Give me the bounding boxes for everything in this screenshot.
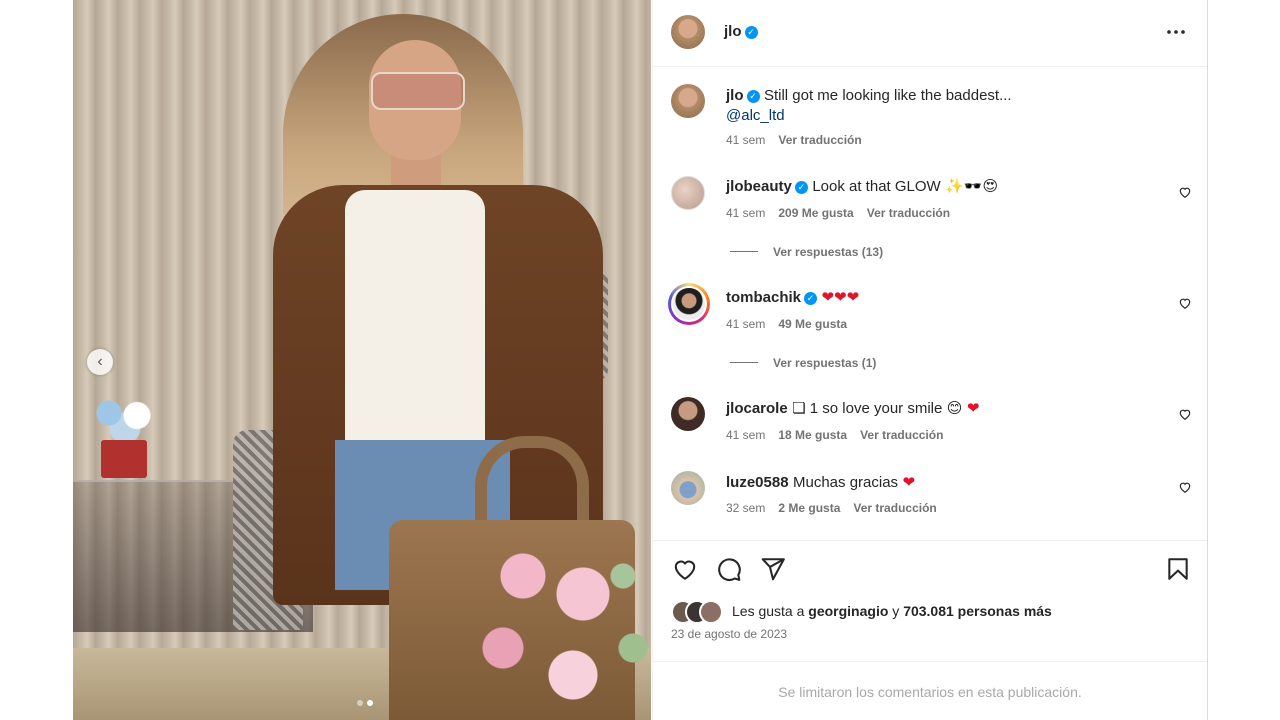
caption-mention-link[interactable]: @alc_ltd [726,107,785,124]
caption-text: Still got me looking like the baddest... [763,87,1012,104]
likers-avatars[interactable] [671,600,731,624]
comment-likes-link[interactable]: 2 Me gusta [778,501,840,515]
comment-likes-link[interactable]: 209 Me gusta [778,206,853,220]
person-shirt [345,190,485,460]
caption-avatar[interactable] [671,84,705,118]
more-options-button[interactable] [1166,22,1186,47]
comment-likes-link[interactable]: 18 Me gusta [778,428,847,442]
comment-username[interactable]: luze0588 [726,474,789,491]
comment-emoji: ❤ [902,474,916,491]
chevron-left-icon: ‹ [97,353,103,370]
comment-emoji: 😊 [946,400,963,417]
more-horizontal-icon [1167,30,1185,34]
send-icon [761,558,785,581]
comment-emoji: ✨🕶️😍 [945,178,999,195]
likes-user-link[interactable]: georginagio [808,603,888,619]
comment-time: 41 sem [726,317,766,331]
comment-time: 32 sem [726,501,766,515]
comment-username[interactable]: jlocarole [726,400,788,417]
comment-meta: 32 sem 2 Me gusta Ver traducción [726,501,937,515]
author-avatar[interactable] [671,15,705,49]
carousel-dot [357,700,363,706]
comment-text: Look at that GLOW [812,178,941,195]
comment-text: Muchas gracias [793,474,899,491]
caption-time: 41 sem [726,133,766,147]
comment-meta: 41 sem 209 Me gusta Ver traducción [726,206,950,220]
like-button[interactable] [672,556,698,587]
view-replies-button[interactable]: Ver respuestas (13) [730,245,883,259]
likes-connector: y [892,603,900,619]
comment-translate-link[interactable]: Ver traducción [853,501,936,515]
comment-text: ❏ 1 so love your smile [792,400,943,417]
save-button[interactable] [1165,556,1191,587]
caption-meta: 41 sem Ver traducción [726,133,862,147]
view-replies-label: Ver respuestas (13) [773,245,884,259]
comment-translate-link[interactable]: Ver traducción [860,428,943,442]
author-username[interactable]: jlo [724,23,742,40]
post-sidebar: jlo ✓ jlo ✓ Still got me looking like the … [652,0,1208,720]
likes-count-link[interactable]: 703.081 personas más [903,603,1052,619]
verified-badge-icon: ✓ [794,181,808,194]
comment-like-heart-icon[interactable] [1178,185,1192,199]
post-header: jlo ✓ [724,23,758,41]
comment-luze0588: luze0588 Muchas gracias ❤ [726,473,915,492]
comment-avatar[interactable] [671,397,705,431]
view-replies-button[interactable]: Ver respuestas (1) [730,356,876,370]
comment-likes-link[interactable]: 49 Me gusta [778,317,847,331]
comment-avatar-story-ring[interactable] [668,283,710,325]
foreground-flowers [463,540,651,720]
caption-username[interactable]: jlo [726,87,744,104]
actions-divider [653,540,1207,541]
heart-icon [674,560,696,580]
comment-time: 41 sem [726,206,766,220]
caption: jlo ✓ Still got me looking like the badde… [726,87,1012,105]
bookmark-icon [1168,558,1188,580]
comment-heart-emoji: ❤ [966,400,980,417]
comment-icon [718,558,741,582]
comment-translate-link[interactable]: Ver traducción [867,206,950,220]
caption-mention-row: @alc_ltd [726,107,785,125]
likes-prefix: Les gusta a [732,603,805,619]
background-vase [101,440,147,478]
view-replies-label: Ver respuestas (1) [773,356,877,370]
carousel-dots [357,700,373,706]
comment-tombachik: tombachik ✓ ❤❤❤ [726,288,859,307]
carousel-prev-button[interactable]: ‹ [87,349,113,375]
footer-divider [653,661,1207,662]
comment-meta: 41 sem 49 Me gusta [726,317,847,331]
verified-badge-icon: ✓ [746,90,760,103]
person-sunglasses [371,72,465,110]
background-flowers [85,393,165,443]
comment-avatar[interactable] [671,176,705,210]
comment-jlobeauty: jlobeauty ✓ Look at that GLOW ✨🕶️😍 [726,177,998,196]
share-button[interactable] [760,556,786,587]
post-image: ‹ [73,0,651,720]
verified-badge-icon: ✓ [804,292,818,305]
comment-avatar [673,288,705,320]
comment-username[interactable]: tombachik [726,289,801,306]
comment-username[interactable]: jlobeauty [726,178,792,195]
comment-avatar[interactable] [671,471,705,505]
comment-jlocarole: jlocarole ❏ 1 so love your smile 😊 ❤ [726,399,979,418]
comment-time: 41 sem [726,428,766,442]
post-date[interactable]: 23 de agosto de 2023 [671,627,787,641]
liker-avatar [699,600,723,624]
comment-button[interactable] [716,556,742,587]
verified-badge-icon: ✓ [744,26,758,39]
replies-line [730,362,758,363]
comment-like-heart-icon[interactable] [1178,296,1192,310]
replies-line [730,251,758,252]
carousel-dot-active [367,700,373,706]
comments-limited-notice: Se limitaron los comentarios en esta pub… [778,684,1082,700]
comment-meta: 41 sem 18 Me gusta Ver traducción [726,428,943,442]
caption-translate-link[interactable]: Ver traducción [778,133,861,147]
comment-emoji: ❤❤❤ [821,289,860,306]
likes-summary: Les gusta a georginagio y 703.081 person… [732,603,1052,619]
comment-like-heart-icon[interactable] [1178,480,1192,494]
comment-like-heart-icon[interactable] [1178,407,1192,421]
header-divider [653,66,1207,67]
